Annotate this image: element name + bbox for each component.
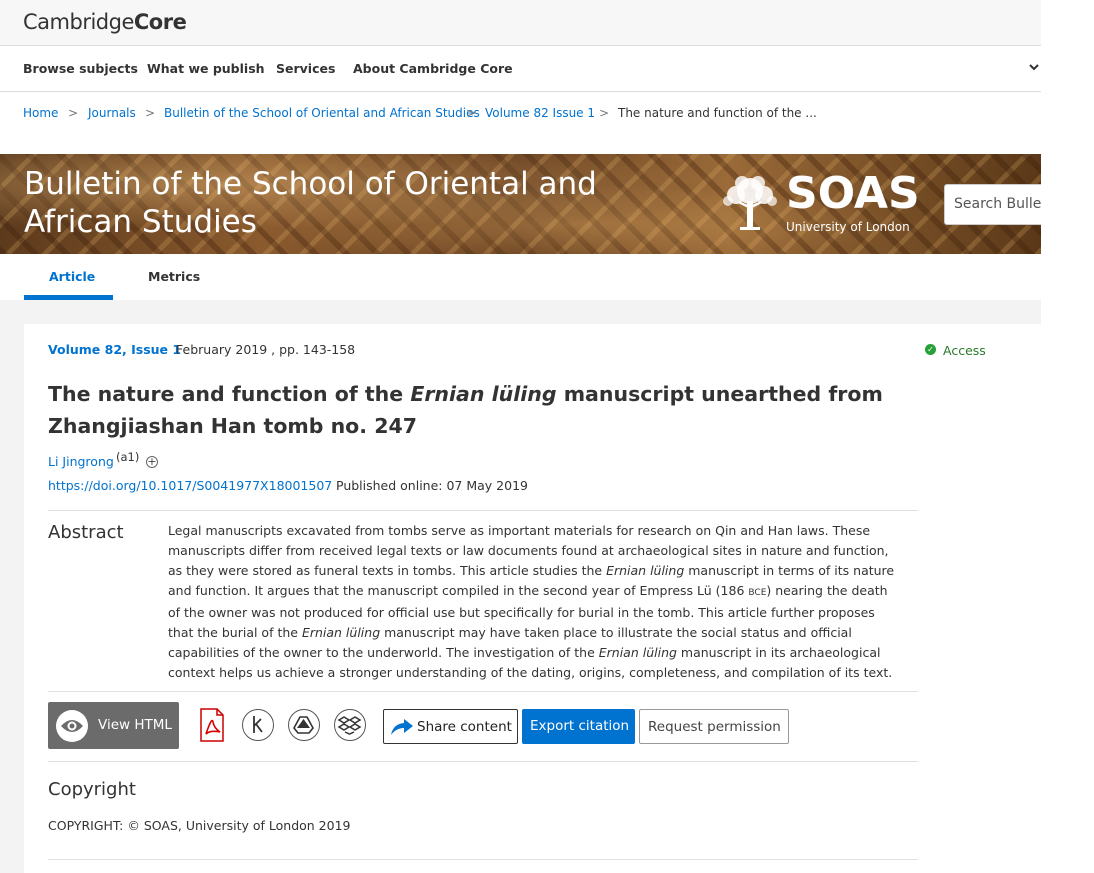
breadcrumb-volume[interactable]: Volume 82 Issue 1 [485,106,595,120]
request-permission-button[interactable]: Request permission [639,709,789,744]
divider [48,510,918,511]
cambridge-core-logo[interactable]: CambridgeCore [23,10,187,34]
google-drive-icon[interactable] [288,709,320,741]
breadcrumb-separator: > [466,106,477,120]
soas-logo[interactable]: SOAS [786,170,920,218]
logo-text-cambridge: Cambridge [23,10,134,34]
breadcrumb: Home > Journals > Bulletin of the School… [0,92,1041,154]
soas-subtitle: University of London [786,220,910,234]
access-status: Access [943,343,986,358]
kindle-icon[interactable] [242,709,274,741]
search-input[interactable]: Search Bulletin [944,184,1041,225]
eye-icon [56,710,88,742]
doi-link[interactable]: https://doi.org/10.1017/S0041977X1800150… [48,478,332,493]
pdf-icon[interactable] [198,708,226,742]
share-content-button[interactable]: Share content [383,709,518,744]
abstract-text: Legal manuscripts excavated from tombs s… [168,521,898,683]
author-link[interactable]: Li Jingrong [48,454,114,469]
expand-author-plus-icon[interactable]: + [146,456,158,468]
article-tabs: Article Metrics [0,254,1041,300]
title-italic: Ernian lüling [410,382,557,406]
abstract-italic: Ernian lüling [598,645,677,660]
logo-text-core: Core [133,10,187,34]
chevron-down-icon[interactable] [1029,59,1039,75]
page: CambridgeCore Browse subjects What we pu… [0,0,1041,873]
abstract-italic: Ernian lüling [301,625,381,640]
tab-article[interactable]: Article [49,269,95,284]
brand-bar: CambridgeCore [0,0,1041,46]
breadcrumb-journal[interactable]: Bulletin of the School of Oriental and A… [164,106,480,120]
export-citation-button[interactable]: Export citation [522,709,635,744]
breadcrumb-separator: > [145,106,156,120]
active-tab-indicator [24,295,113,300]
nav-what-we-publish[interactable]: What we publish [147,61,265,76]
copyright-heading: Copyright [48,779,136,800]
main-nav: Browse subjects What we publish Services… [0,46,1041,92]
abstract-italic: Ernian lüling [606,563,685,578]
abstract-heading: Abstract [48,522,124,543]
copyright-text: COPYRIGHT: © SOAS, University of London … [48,818,351,833]
nav-browse-subjects[interactable]: Browse subjects [23,61,138,76]
title-text: The nature and function of the [48,382,411,406]
abstract-era: BCE [748,588,767,598]
divider [48,859,918,860]
breadcrumb-separator: > [599,106,610,120]
check-circle-icon: ✓ [925,344,936,355]
divider [48,761,918,762]
author-affiliation: (a1) [116,450,140,464]
breadcrumb-separator: > [68,106,79,120]
breadcrumb-home[interactable]: Home [23,106,58,120]
view-html-label: View HTML [98,717,172,733]
export-citation-label: Export citation [530,718,630,734]
breadcrumb-journals[interactable]: Journals [88,106,136,120]
nav-services[interactable]: Services [276,61,335,76]
article-date-pages: February 2019 , pp. 143-158 [176,342,356,357]
share-arrow-icon [391,719,413,735]
request-permission-label: Request permission [648,719,781,735]
volume-issue-link[interactable]: Volume 82, Issue 1 [48,342,181,357]
nav-about-cambridge-core[interactable]: About Cambridge Core [353,61,513,76]
view-html-button[interactable]: View HTML [48,702,179,749]
published-date: Published online: 07 May 2019 [336,478,528,493]
soas-tree-icon [723,176,777,230]
breadcrumb-current: The nature and function of the ... [618,106,817,120]
dropbox-icon[interactable] [334,709,366,741]
tab-metrics[interactable]: Metrics [148,269,200,284]
article-title: The nature and function of the Ernian lü… [48,378,888,442]
journal-title[interactable]: Bulletin of the School of Oriental and A… [24,165,664,241]
divider [48,691,918,692]
share-content-label: Share content [417,719,512,735]
